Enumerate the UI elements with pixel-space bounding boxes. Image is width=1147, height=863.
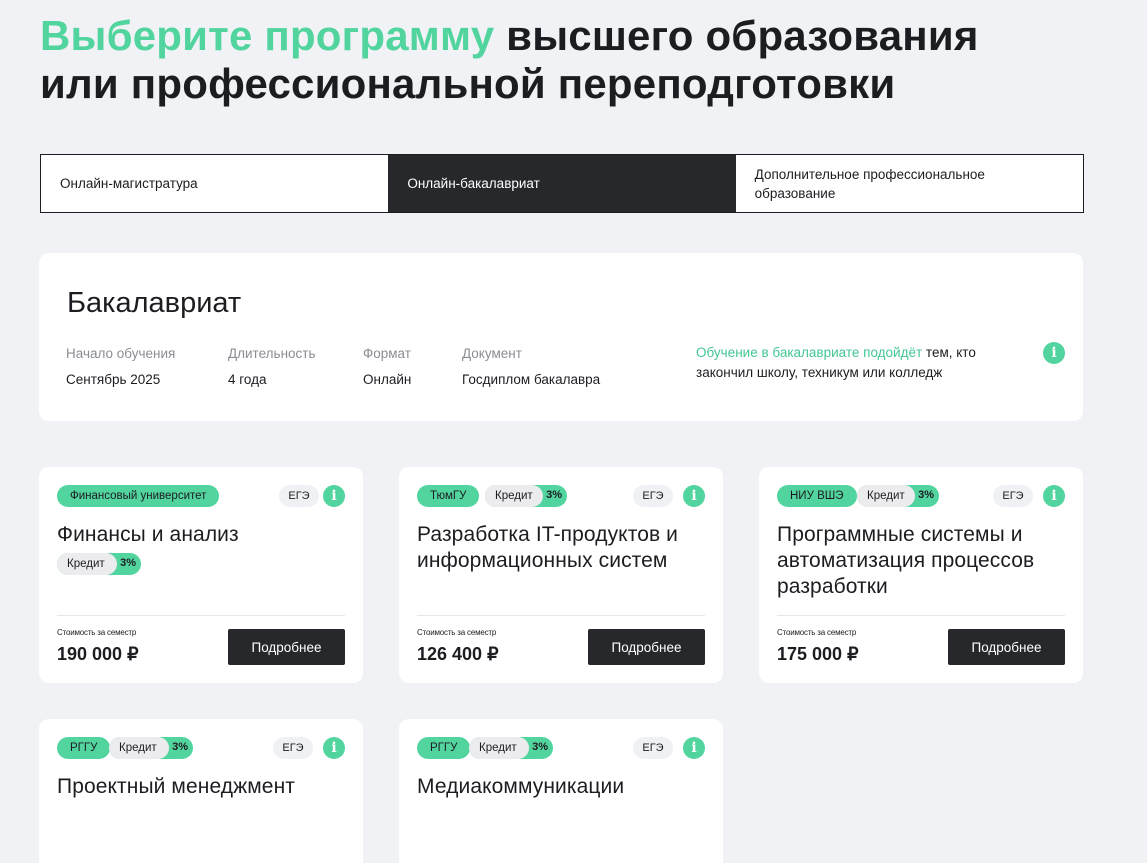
tab-masters[interactable]: Онлайн-магистратура <box>41 155 388 212</box>
program-card-title: Финансы и анализ <box>57 523 239 546</box>
credit-badge: Кредит 3% <box>857 485 939 507</box>
university-badge: РГГУ <box>417 737 471 759</box>
format-info: Формат Онлайн <box>363 345 411 387</box>
heading-line-2: или профессиональной переподготовки <box>40 60 896 107</box>
document-value: Госдиплом бакалавра <box>462 372 601 387</box>
details-button[interactable]: Подробнее <box>948 629 1065 665</box>
page-heading: Выберите программу высшего образования и… <box>40 12 979 108</box>
exam-badge: ЕГЭ <box>993 485 1033 507</box>
program-card: РГГУ Кредит 3% ЕГЭ i Проектный менеджмен… <box>39 719 363 863</box>
duration-label: Длительность <box>228 346 316 361</box>
program-card: РГГУ Кредит 3% ЕГЭ i Медиакоммуникации <box>399 719 723 863</box>
info-icon[interactable]: i <box>323 737 345 759</box>
program-card-title: Проектный менеджмент <box>57 775 295 798</box>
document-info: Документ Госдиплом бакалавра <box>462 345 600 387</box>
credit-percent: 3% <box>172 741 188 753</box>
info-icon[interactable]: i <box>323 485 345 507</box>
credit-percent: 3% <box>546 489 562 501</box>
program-title: Бакалавриат <box>67 287 242 319</box>
heading-rest: высшего образования <box>494 12 979 59</box>
price-value: 126 400 ₽ <box>417 644 499 664</box>
program-type-tabs: Онлайн-магистратура Онлайн-бакалавриат Д… <box>40 154 1084 213</box>
program-card: Финансовый университет ЕГЭ i Финансы и а… <box>39 467 363 683</box>
credit-label: Кредит <box>485 485 543 507</box>
price-value: 190 000 ₽ <box>57 644 139 664</box>
university-badge: ТюмГУ <box>417 485 480 507</box>
price-value: 175 000 ₽ <box>777 644 859 664</box>
credit-percent: 3% <box>532 741 548 753</box>
exam-badge: ЕГЭ <box>273 737 313 759</box>
university-badge: РГГУ <box>57 737 111 759</box>
details-button[interactable]: Подробнее <box>588 629 705 665</box>
credit-percent: 3% <box>918 489 934 501</box>
price-label: Стоимость за семестр <box>57 628 137 637</box>
program-card-title: Разработка IT-продуктов и информационных… <box>417 523 678 572</box>
credit-label: Кредит <box>57 553 117 575</box>
start-label: Начало обучения <box>66 346 176 361</box>
program-card: ТюмГУ Кредит 3% ЕГЭ i Разработка IT-прод… <box>399 467 723 683</box>
program-card-title: Программные системы и автоматизация проц… <box>777 523 1035 598</box>
program-summary-card: Бакалавриат Начало обучения Сентябрь 202… <box>39 253 1083 421</box>
credit-badge: Кредит 3% <box>469 737 553 759</box>
audience-note-highlight: Обучение в бакалавриате подойдёт <box>696 345 923 360</box>
credit-label: Кредит <box>857 485 915 507</box>
price-label: Стоимость за семестр <box>417 628 497 637</box>
credit-percent: 3% <box>120 557 136 569</box>
program-card-title: Медиакоммуникации <box>417 775 625 798</box>
divider <box>777 615 1065 616</box>
duration-info: Длительность 4 года <box>228 345 316 387</box>
tab-professional-education[interactable]: Дополнительное профессиональное образова… <box>736 155 1083 212</box>
format-label: Формат <box>363 346 411 361</box>
start-value: Сентябрь 2025 <box>66 372 161 387</box>
exam-badge: ЕГЭ <box>633 737 673 759</box>
tab-bachelors[interactable]: Онлайн-бакалавриат <box>388 155 736 212</box>
credit-label: Кредит <box>109 737 169 759</box>
info-icon[interactable]: i <box>1043 485 1065 507</box>
divider <box>417 615 705 616</box>
heading-accent: Выберите программу <box>40 12 495 59</box>
credit-badge: Кредит 3% <box>485 485 567 507</box>
credit-badge: Кредит 3% <box>57 553 141 575</box>
credit-label: Кредит <box>469 737 529 759</box>
details-button[interactable]: Подробнее <box>228 629 345 665</box>
heading-line-1: Выберите программу высшего образования <box>40 12 979 60</box>
exam-badge: ЕГЭ <box>633 485 673 507</box>
credit-badge: Кредит 3% <box>109 737 193 759</box>
university-badge: Финансовый университет <box>57 485 220 507</box>
divider <box>57 615 345 616</box>
format-value: Онлайн <box>363 372 412 387</box>
info-icon[interactable]: i <box>683 737 705 759</box>
exam-badge: ЕГЭ <box>279 485 319 507</box>
info-icon[interactable]: i <box>1043 342 1065 364</box>
program-card: НИУ ВШЭ Кредит 3% ЕГЭ i Программные сист… <box>759 467 1083 683</box>
start-info: Начало обучения Сентябрь 2025 <box>66 345 175 387</box>
info-icon[interactable]: i <box>683 485 705 507</box>
duration-value: 4 года <box>228 372 267 387</box>
price-label: Стоимость за семестр <box>777 628 857 637</box>
document-label: Документ <box>462 346 522 361</box>
audience-note: Обучение в бакалавриате подойдёт тем, кт… <box>696 343 1016 383</box>
university-badge: НИУ ВШЭ <box>777 485 857 507</box>
